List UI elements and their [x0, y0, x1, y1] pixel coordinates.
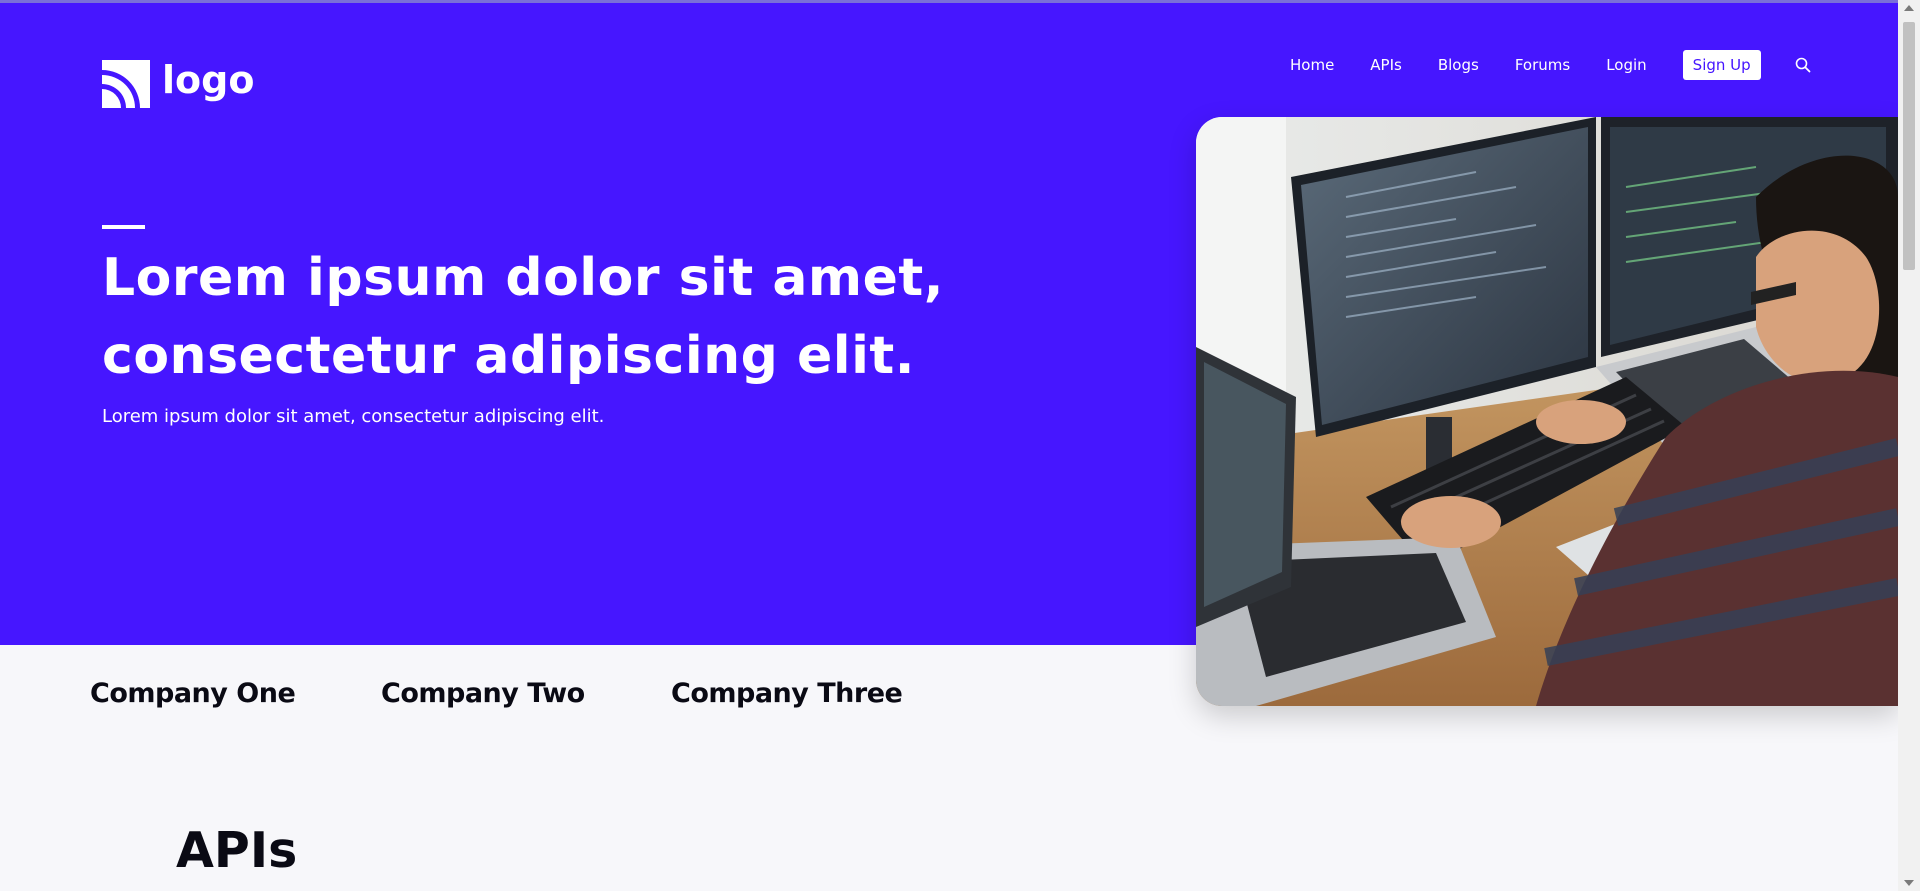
scroll-down-arrow-icon[interactable] — [1904, 880, 1914, 886]
company-one: Company One — [90, 678, 296, 709]
hero-headline-line1: Lorem ipsum dolor sit amet, — [102, 248, 944, 308]
logo-text: logo — [162, 58, 255, 102]
company-two: Company Two — [381, 678, 585, 709]
nav-item-blogs[interactable]: Blogs — [1438, 56, 1479, 74]
nav-item-home[interactable]: Home — [1290, 56, 1334, 74]
headline-accent-line — [102, 225, 145, 229]
page-scrollbar[interactable] — [1898, 0, 1920, 891]
apis-section-title: APIs — [176, 822, 298, 879]
main-nav: Home APIs Blogs Forums Login Sign Up — [1290, 50, 1811, 80]
site-logo[interactable]: logo — [102, 58, 255, 108]
nav-item-login[interactable]: Login — [1606, 56, 1646, 74]
developer-photo — [1196, 117, 1898, 706]
scroll-thumb[interactable] — [1903, 22, 1915, 270]
hero-headline-line2: consectetur adipiscing elit. — [102, 326, 916, 386]
nav-item-forums[interactable]: Forums — [1515, 56, 1570, 74]
scroll-up-arrow-icon[interactable] — [1904, 5, 1914, 11]
rss-icon — [102, 60, 150, 108]
hero-subtext: Lorem ipsum dolor sit amet, consectetur … — [102, 406, 605, 427]
hero-image — [1196, 117, 1898, 706]
hero-headline: Lorem ipsum dolor sit amet, consectetur … — [102, 239, 1002, 395]
search-icon[interactable] — [1795, 57, 1811, 73]
company-three: Company Three — [671, 678, 903, 709]
sign-up-button[interactable]: Sign Up — [1682, 50, 1761, 80]
nav-item-apis[interactable]: APIs — [1370, 56, 1402, 74]
